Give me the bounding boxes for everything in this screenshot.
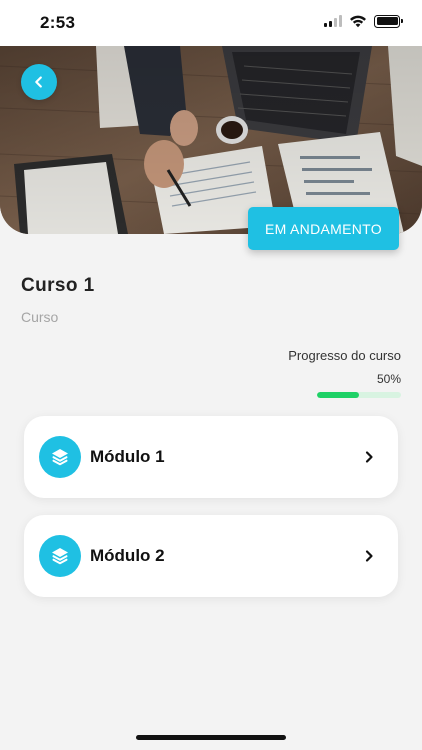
progress-percent: 50%	[376, 372, 401, 386]
progress-label: Progresso do curso	[288, 348, 401, 363]
status-bar: 2:53	[0, 0, 422, 46]
progress-bar	[317, 392, 401, 398]
course-subtitle: Curso	[21, 309, 59, 325]
module-label: Módulo 1	[90, 447, 165, 466]
back-button[interactable]	[21, 64, 57, 100]
chevron-right-icon	[365, 451, 373, 463]
layers-icon	[39, 535, 81, 577]
wifi-icon	[350, 15, 366, 28]
layers-icon	[39, 436, 81, 478]
desk-photo-illustration	[0, 46, 422, 234]
module-label: Módulo 2	[90, 546, 165, 565]
battery-icon	[374, 14, 403, 28]
module-card-1[interactable]: Módulo 1	[24, 416, 398, 498]
chevron-left-icon	[35, 76, 42, 88]
status-time: 2:53	[40, 13, 76, 32]
module-card-2[interactable]: Módulo 2	[24, 515, 398, 597]
chevron-right-icon	[365, 550, 373, 562]
course-cover-image	[0, 46, 422, 234]
course-status-badge: EM ANDAMENTO	[248, 207, 399, 250]
progress-bar-fill	[317, 392, 359, 398]
home-indicator	[136, 735, 286, 740]
course-title: Curso 1	[21, 275, 95, 296]
status-icons	[324, 14, 403, 28]
cellular-signal-icon	[324, 15, 342, 27]
